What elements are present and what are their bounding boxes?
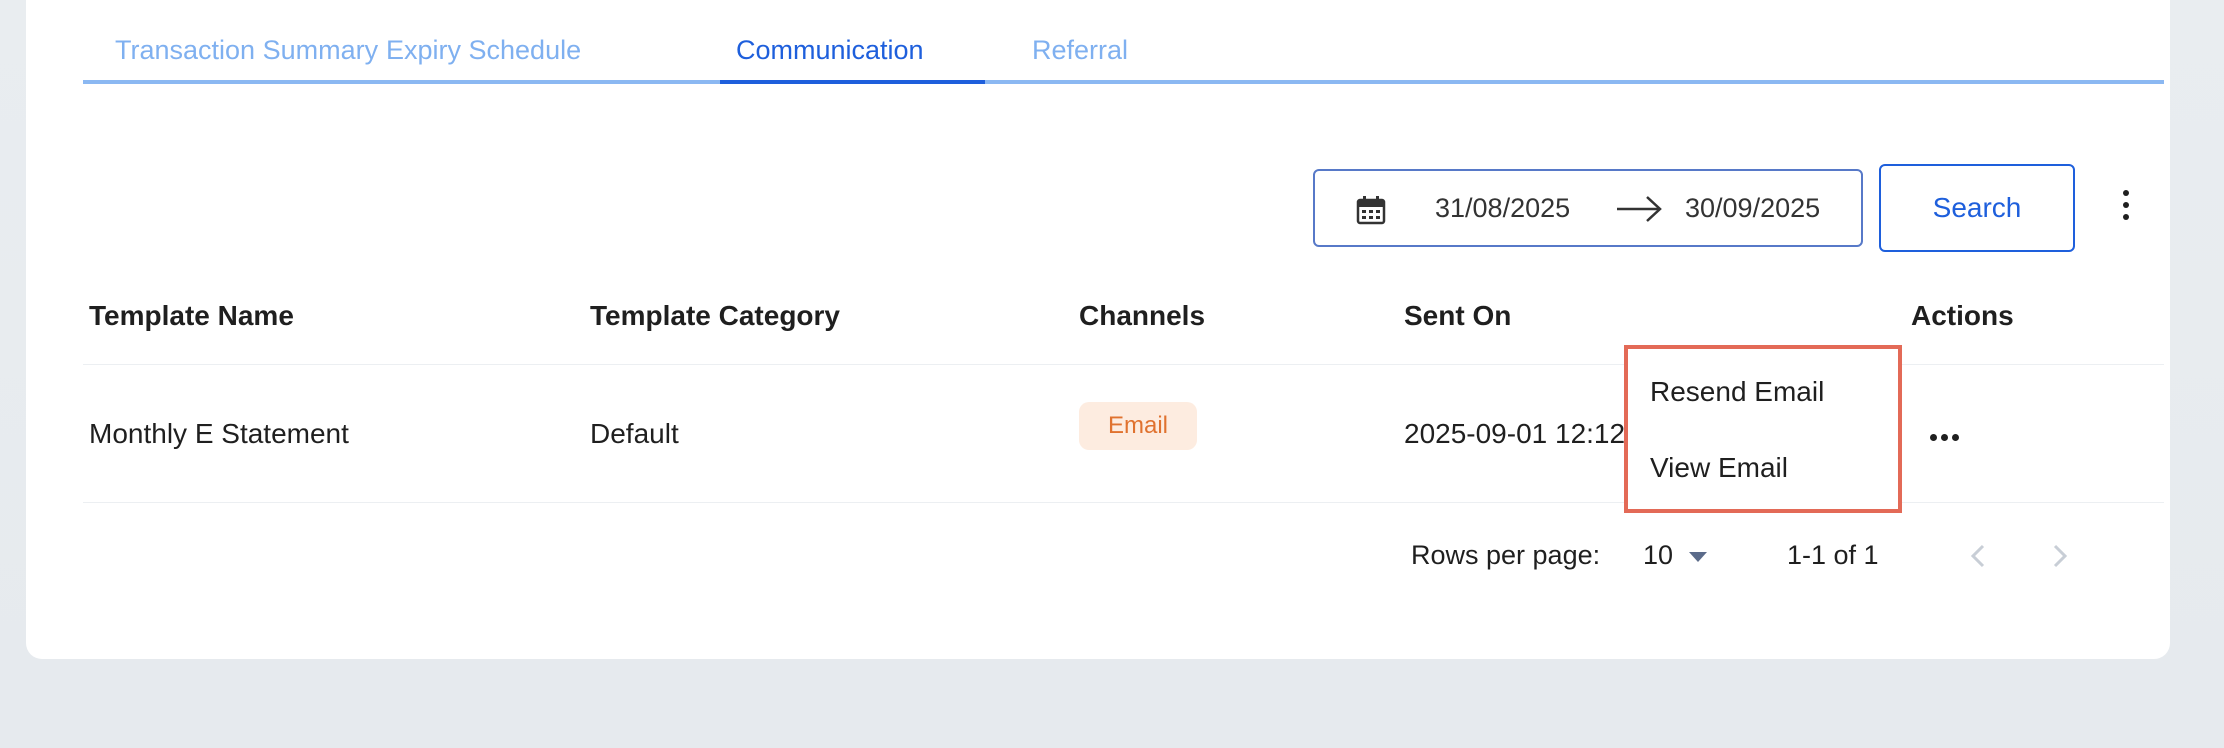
active-tab-indicator xyxy=(720,80,985,84)
chevron-down-icon xyxy=(1689,552,1707,562)
tab-referral[interactable]: Referral xyxy=(1032,35,1128,66)
tab-transaction-summary[interactable]: Transaction Summary xyxy=(115,35,378,66)
cell-template-category: Default xyxy=(590,418,679,449)
calendar-icon xyxy=(1356,196,1386,225)
tab-communication[interactable]: Communication xyxy=(736,35,924,66)
more-options-icon[interactable] xyxy=(2116,190,2136,226)
header-template-name: Template Name xyxy=(89,300,294,331)
header-channels: Channels xyxy=(1079,300,1206,331)
channel-badge: Email xyxy=(1079,402,1197,450)
rows-per-page-value: 10 xyxy=(1643,540,1674,570)
rows-per-page-label: Rows per page: xyxy=(1411,540,1601,570)
chevron-right-icon[interactable] xyxy=(2044,538,2074,574)
start-date-input[interactable]: 31/08/2025 xyxy=(1435,193,1570,224)
cell-sent-on: 2025-09-01 12:12 xyxy=(1404,418,1624,449)
content-card: Transaction Summary Expiry Schedule Comm… xyxy=(26,0,2170,659)
menu-item-view-email[interactable]: View Email xyxy=(1650,452,1788,484)
pagination-range: 1-1 of 1 xyxy=(1787,540,1879,570)
menu-item-resend-email[interactable]: Resend Email xyxy=(1650,376,1824,408)
tab-bar: Transaction Summary Expiry Schedule Comm… xyxy=(83,10,2164,84)
search-button[interactable]: Search xyxy=(1879,164,2075,252)
rows-per-page-select[interactable]: 10 xyxy=(1643,538,1723,574)
header-template-category: Template Category xyxy=(590,300,840,331)
row-actions-menu: Resend Email View Email xyxy=(1624,345,1902,513)
tab-expiry-schedule[interactable]: Expiry Schedule xyxy=(386,35,581,66)
row-actions-icon[interactable] xyxy=(1930,428,1966,441)
header-actions: Actions xyxy=(1911,300,2014,331)
date-range-picker[interactable]: 31/08/2025 30/09/2025 xyxy=(1313,169,1863,247)
header-sent-on: Sent On xyxy=(1404,300,1512,331)
cell-template-name: Monthly E Statement xyxy=(89,418,349,449)
arrow-right-icon xyxy=(1617,196,1662,222)
page: Transaction Summary Expiry Schedule Comm… xyxy=(0,0,2224,748)
end-date-input[interactable]: 30/09/2025 xyxy=(1685,193,1820,224)
chevron-left-icon[interactable] xyxy=(1964,538,1994,574)
